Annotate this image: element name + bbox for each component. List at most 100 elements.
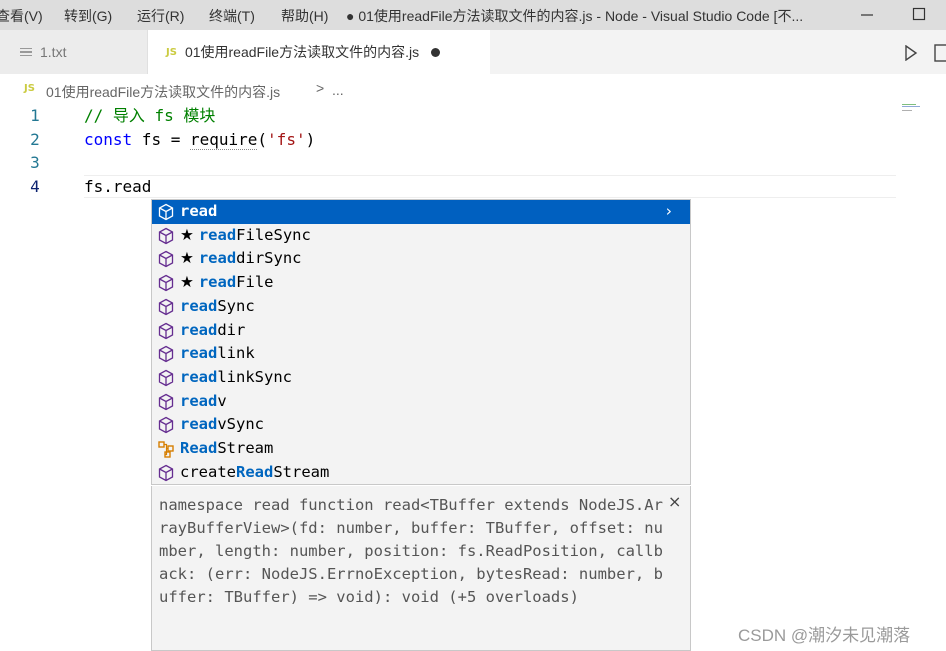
suggest-item[interactable]: readlinkSync (152, 366, 690, 390)
string-token: 'fs' (267, 130, 306, 149)
lines-icon (20, 46, 32, 59)
suggest-rest: Sync (217, 296, 255, 315)
method-cube-icon (158, 369, 174, 387)
suggest-item[interactable]: ★ readdirSync (152, 247, 690, 271)
watermark: CSDN @潮汐未见潮落 (738, 626, 911, 645)
code-line-1[interactable]: 1 // 导入 fs 模块 (0, 104, 896, 127)
suggest-match: read (198, 273, 237, 292)
suggest-match: read (180, 202, 218, 220)
minimap[interactable] (902, 104, 922, 112)
method-cube-icon (158, 345, 174, 363)
suggest-item[interactable]: readvSync (152, 413, 690, 437)
class-icon (158, 441, 174, 458)
suggest-item-label: readv (180, 390, 227, 414)
star-icon: ★ (180, 225, 199, 244)
maximize-button[interactable] (912, 4, 926, 29)
method-cube-icon (158, 417, 174, 434)
suggest-item[interactable]: readlink (152, 342, 690, 366)
suggest-item-label: ReadStream (180, 437, 273, 461)
run-icon[interactable] (904, 45, 918, 61)
suggest-match: read (198, 225, 237, 244)
suggest-item-label: readSync (180, 295, 255, 319)
method-cube-icon (158, 322, 174, 339)
suggest-rest: vSync (217, 415, 264, 434)
line-number: 4 (30, 177, 40, 196)
suggest-item-label: ★ readFile (180, 271, 273, 295)
suggest-item-label: readlink (180, 342, 255, 366)
split-editor-icon[interactable] (934, 44, 946, 62)
star-icon: ★ (180, 249, 199, 268)
suggest-item-label: readlinkSync (180, 366, 292, 390)
js-file-icon: JS (166, 46, 177, 58)
unsaved-dot-icon[interactable] (431, 47, 441, 57)
suggest-item[interactable]: ★ readFileSync (152, 224, 690, 248)
minimize-icon (861, 14, 873, 16)
suggest-item[interactable]: readv (152, 390, 690, 414)
suggest-item[interactable]: createReadStream (152, 461, 690, 485)
method-cube-icon (158, 274, 174, 292)
method-cube-icon (158, 464, 174, 481)
method-cube-icon (158, 227, 174, 244)
suggest-item-label: ★ readdirSync (180, 247, 301, 271)
minimize-button[interactable] (860, 4, 874, 29)
suggest-item[interactable]: ReadStream (152, 437, 690, 461)
suggest-item[interactable]: ★ readFile (152, 271, 690, 295)
suggest-match: read (198, 249, 237, 268)
code-line-2[interactable]: 2 const fs = require('fs') (0, 128, 896, 151)
method-cube-icon (158, 393, 174, 410)
tab-1-txt[interactable]: 1.txt (0, 30, 148, 74)
suggest-item-label: readvSync (180, 413, 264, 437)
breadcrumb: JS 01使用readFile方法读取文件的内容.js > ... (0, 74, 946, 104)
suggest-item[interactable]: readdir (152, 319, 690, 343)
chevron-right-icon: > (316, 80, 325, 96)
suggest-item-label: ★ readFileSync (180, 224, 311, 248)
suggest-details: namespace read function read<TBuffer ext… (151, 486, 691, 651)
function-token: require (189, 130, 258, 150)
code-text: fs.read (84, 177, 152, 196)
line-number: 3 (30, 153, 40, 172)
method-cube-icon (158, 298, 174, 316)
menu-help[interactable]: 帮助(H) (281, 6, 328, 26)
line-number: 1 (30, 106, 40, 125)
menu-goto[interactable]: 转到(G) (64, 6, 112, 26)
menu-view[interactable]: 查看(V) (0, 6, 43, 26)
suggest-match: read (180, 367, 218, 386)
suggest-match: read (180, 296, 218, 315)
line-number: 2 (30, 130, 40, 149)
js-file-icon: JS (24, 83, 35, 94)
code-text: // 导入 fs 模块 (84, 106, 216, 125)
suggest-item-label: readdir (180, 319, 245, 343)
suggest-match: Read (180, 439, 218, 457)
close-icon[interactable]: × (668, 492, 681, 511)
identifier-token: fs = (132, 130, 190, 149)
code-line-4[interactable]: 4 fs.read (0, 175, 896, 198)
menu-run[interactable]: 运行(R) (137, 6, 184, 26)
suggest-rest: linkSync (217, 367, 292, 386)
suggest-item-label: createReadStream (180, 461, 329, 485)
maximize-icon (912, 7, 926, 21)
suggest-rest: v (217, 391, 227, 410)
suggest-item-label: read (180, 200, 217, 224)
method-cube-icon (158, 203, 174, 221)
menu-terminal[interactable]: 终端(T) (209, 6, 255, 26)
breadcrumb-file[interactable]: 01使用readFile方法读取文件的内容.js (46, 82, 280, 102)
title-bar: 查看(V) 转到(G) 运行(R) 终端(T) 帮助(H) ● 01使用read… (0, 0, 946, 30)
suggest-item[interactable]: read › (152, 200, 690, 224)
chevron-right-icon[interactable]: › (666, 200, 672, 224)
code-line-3[interactable]: 3 (0, 151, 896, 174)
tab-readfile-js[interactable]: JS 01使用readFile方法读取文件的内容.js (148, 30, 490, 74)
method-cube-icon (158, 251, 174, 268)
suggest-match: read (180, 344, 218, 363)
window-title: ● 01使用readFile方法读取文件的内容.js - Node - Visu… (346, 8, 804, 24)
paren-token: ( (257, 130, 268, 149)
suggest-rest: File (236, 273, 274, 292)
paren-token: ) (305, 130, 316, 149)
tab-label: 01使用readFile方法读取文件的内容.js (184, 44, 420, 60)
star-icon: ★ (180, 273, 199, 292)
keyword-token: const (84, 130, 133, 149)
suggest-item[interactable]: readSync (152, 295, 690, 319)
suggest-rest: link (217, 344, 255, 363)
breadcrumb-more[interactable]: ... (332, 82, 344, 98)
suggest-rest: Stream (217, 439, 274, 457)
suggest-rest: Stream (273, 462, 330, 481)
